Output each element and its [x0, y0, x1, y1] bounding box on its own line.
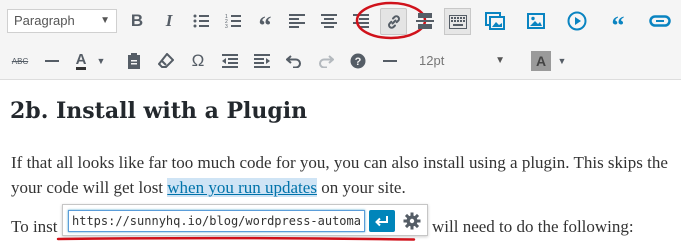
help-icon[interactable]: ?	[346, 49, 370, 73]
apply-link-button[interactable]	[369, 210, 395, 232]
insert-link-icon[interactable]	[648, 9, 672, 33]
format-select[interactable]: Paragraph ▼	[7, 9, 117, 33]
selected-link[interactable]: when you run updates	[167, 178, 317, 197]
annotation-underline	[56, 236, 416, 241]
align-center-icon[interactable]	[317, 9, 341, 33]
text-color-letter: A	[75, 51, 87, 70]
add-media-icon[interactable]	[565, 9, 589, 33]
horizontal-rule-icon[interactable]	[378, 49, 402, 73]
enter-icon	[375, 216, 388, 227]
heading: 2b. Install with a Plugin	[10, 98, 308, 124]
redo-icon[interactable]	[314, 49, 338, 73]
background-color-dropdown-icon[interactable]: ▼	[555, 49, 569, 73]
indent-icon[interactable]	[250, 49, 274, 73]
add-quote-icon[interactable]: “	[606, 9, 630, 39]
strikethrough-icon[interactable]: ABC	[8, 49, 32, 73]
background-color-icon[interactable]: A	[529, 49, 553, 73]
svg-text:?: ?	[355, 56, 362, 68]
editor-toolbar: Paragraph ▼ B I 123 “ “ ABC A ▼ Ω ? 12pt…	[0, 0, 681, 80]
strikethrough-label: ABC	[11, 56, 29, 66]
font-size-select[interactable]: 12pt ▼	[413, 50, 511, 72]
paragraph-start: To inst	[11, 217, 58, 236]
text-color-dropdown-icon[interactable]: ▼	[94, 49, 108, 73]
outdent-icon[interactable]	[218, 49, 242, 73]
svg-text:3: 3	[225, 24, 228, 28]
bold-icon[interactable]: B	[125, 9, 149, 33]
undo-icon[interactable]	[282, 49, 306, 73]
blockquote-icon[interactable]: “	[253, 9, 277, 39]
bg-color-letter: A	[530, 51, 552, 71]
url-input[interactable]	[68, 210, 365, 232]
paragraph-line: If that all looks like far too much code…	[11, 153, 668, 172]
add-gallery-icon[interactable]	[483, 9, 507, 33]
paste-text-icon[interactable]	[122, 49, 146, 73]
add-image-icon[interactable]	[524, 9, 548, 33]
format-select-value: Paragraph	[14, 13, 75, 28]
bullet-list-icon[interactable]	[189, 9, 213, 33]
chevron-down-icon: ▼	[495, 55, 505, 66]
chevron-down-icon: ▼	[100, 15, 110, 26]
text-color-icon[interactable]: A	[68, 49, 94, 73]
font-size-value: 12pt	[419, 53, 445, 68]
align-left-icon[interactable]	[285, 9, 309, 33]
link-options-button[interactable]	[401, 210, 423, 232]
gear-icon	[403, 212, 421, 230]
clear-formatting-icon[interactable]	[154, 49, 178, 73]
paragraph-line: your code will get lost when you run upd…	[11, 178, 406, 198]
text: your code will get lost	[11, 178, 168, 197]
special-character-icon[interactable]: Ω	[186, 49, 210, 73]
read-more-icon[interactable]	[413, 9, 437, 33]
italic-icon[interactable]: I	[157, 9, 181, 33]
toolbar-toggle-icon[interactable]	[444, 8, 471, 35]
paragraph-end: will need to do the following:	[432, 217, 634, 236]
numbered-list-icon[interactable]: 123	[221, 9, 245, 33]
link-popup	[62, 204, 428, 236]
text: on your site.	[316, 178, 406, 197]
horizontal-line-icon[interactable]	[40, 49, 64, 73]
